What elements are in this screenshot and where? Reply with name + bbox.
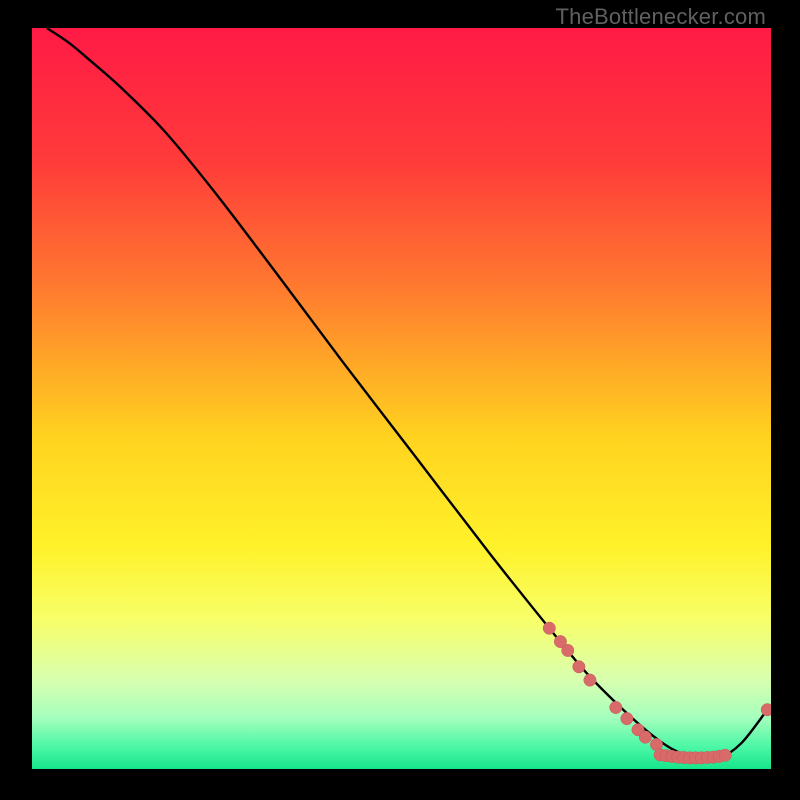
data-point xyxy=(584,674,596,686)
plot-svg xyxy=(32,28,771,769)
plot-area xyxy=(32,28,771,769)
data-point xyxy=(761,704,771,716)
gradient-background xyxy=(32,28,771,769)
data-point xyxy=(610,701,622,713)
data-point xyxy=(573,661,585,673)
watermark-text: TheBottlenecker.com xyxy=(556,4,766,30)
data-point xyxy=(719,749,731,761)
data-point xyxy=(562,644,574,656)
data-point xyxy=(621,712,633,724)
chart-stage: TheBottlenecker.com xyxy=(0,0,800,800)
data-point xyxy=(639,731,651,743)
data-point xyxy=(543,622,555,634)
